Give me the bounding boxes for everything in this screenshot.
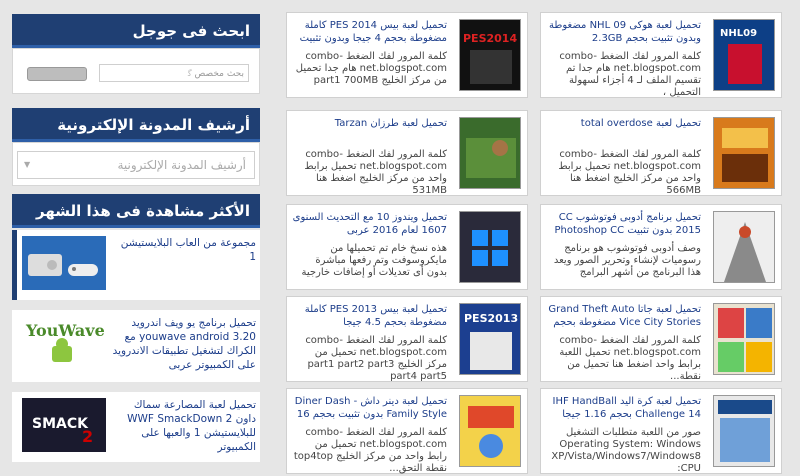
svg-text:NHL09: NHL09 xyxy=(720,28,757,39)
post-card[interactable]: تحميل لعبة جاتا Grand Theft Auto Vice Ci… xyxy=(540,296,782,382)
post-title[interactable]: تحميل ويندوز 10 مع التحديث السنوى 1607 ل… xyxy=(292,211,447,237)
post-title[interactable]: تحميل لعبة هوكى NHL 09 مضغوطة وبدون تثبي… xyxy=(546,19,701,45)
pes2013-cover-icon: PES2013 xyxy=(460,304,520,374)
svg-text:PES2014: PES2014 xyxy=(463,32,517,45)
post-card[interactable]: تحميل لعبة طرزان Tarzan كلمة المرور لفك … xyxy=(286,110,528,196)
post-title[interactable]: تحميل لعبة كرة اليد IHF HandBall Challen… xyxy=(546,395,701,421)
search-widget-heading: ابحث فى جوجل xyxy=(12,14,260,48)
chevron-down-icon: ▼ xyxy=(24,160,31,169)
archive-select-value: أرشيف المدونة الإلكترونية xyxy=(117,158,246,172)
post-thumbnail[interactable] xyxy=(713,303,775,375)
post-card[interactable]: تحميل لعبة total overdose كلمة المرور لف… xyxy=(540,110,782,196)
search-input[interactable]: بحث مخصص ﮔ xyxy=(99,64,249,82)
post-card[interactable]: تحميل برنامج أدوبى فوتوشوب CC 2015 بدون … xyxy=(540,204,782,290)
google-logo-icon: ﮔ xyxy=(187,69,192,78)
archive-widget-heading: أرشيف المدونة الإلكترونية xyxy=(12,108,260,142)
post-card[interactable]: PES2014 تحميل لعبة بيس PES 2014 كاملة مض… xyxy=(286,12,528,98)
svg-text:SMACK: SMACK xyxy=(32,416,89,432)
active-indicator xyxy=(12,230,17,300)
post-thumbnail[interactable]: YouWave xyxy=(22,316,106,370)
post-snippet: وصف أدوبى فوتوشوب هو برنامج رسوميات لإنش… xyxy=(553,243,701,278)
post-thumbnail[interactable] xyxy=(713,117,775,189)
post-snippet: كلمة المرور لفك الضغط combo-net.blogspot… xyxy=(293,427,447,474)
popular-post-title[interactable]: تحميل برنامج يو ويف اندرويد 3.20 youwave… xyxy=(112,316,256,372)
svg-text:2: 2 xyxy=(82,427,93,446)
post-snippet: كلمة المرور لفك الضغط combo-net.blogspot… xyxy=(559,51,701,98)
post-thumbnail[interactable]: PES2013 xyxy=(459,303,521,375)
post-thumbnail[interactable] xyxy=(459,395,521,467)
post-thumbnail[interactable]: PES2014 xyxy=(459,19,521,91)
popular-post-item[interactable]: YouWave تحميل برنامج يو ويف اندرويد 3.20… xyxy=(12,310,260,382)
post-thumbnail[interactable] xyxy=(713,395,775,467)
svg-text:YouWave: YouWave xyxy=(25,321,105,340)
diner-dash-cover-icon xyxy=(460,396,520,466)
post-card[interactable]: PES2013 تحميل لعبة بيس PES 2013 كاملة مض… xyxy=(286,296,528,382)
post-snippet: هذه نسخ خام تم تحميلها من مايكروسوفت وتم… xyxy=(301,243,447,278)
smackdown-cover-icon: SMACK 2 xyxy=(22,398,106,452)
archive-widget: ▼ أرشيف المدونة الإلكترونية xyxy=(12,142,260,186)
post-title[interactable]: تحميل لعبة بيس PES 2013 كاملة مضغوطة بحج… xyxy=(292,303,447,329)
post-card[interactable]: NHL09 تحميل لعبة هوكى NHL 09 مضغوطة وبدو… xyxy=(540,12,782,98)
post-snippet: كلمة المرور لفك الضغط combo-net.blogspot… xyxy=(305,335,447,382)
post-title[interactable]: تحميل لعبة طرزان Tarzan xyxy=(292,117,447,130)
post-thumbnail[interactable] xyxy=(713,211,775,283)
search-button[interactable] xyxy=(27,67,87,81)
post-title[interactable]: تحميل لعبة دينر داش - Diner Dash Family … xyxy=(292,395,447,421)
popular-post-item[interactable]: مجموعة من العاب البلايستيشن 1 xyxy=(12,230,260,300)
total-overdose-cover-icon xyxy=(714,118,774,188)
tarzan-cover-icon xyxy=(460,118,520,188)
sidebar: ابحث فى جوجل بحث مخصص ﮔ أرشيف المدونة ال… xyxy=(0,0,268,476)
post-snippet: كلمة المرور لفك الضغط combo-net.blogspot… xyxy=(559,335,701,382)
post-snippet: كلمة المرور لفك الضغط combo-net.blogspot… xyxy=(295,51,447,86)
youwave-logo-icon: YouWave xyxy=(22,316,106,370)
photoshop-cover-icon xyxy=(714,212,774,282)
archive-select[interactable]: ▼ أرشيف المدونة الإلكترونية xyxy=(17,151,255,179)
post-thumbnail[interactable]: SMACK 2 xyxy=(22,398,106,452)
handball-cover-icon xyxy=(714,396,774,466)
search-widget: بحث مخصص ﮔ xyxy=(12,48,260,94)
post-thumbnail[interactable] xyxy=(459,117,521,189)
svg-text:PES2013: PES2013 xyxy=(464,312,518,325)
nhl09-cover-icon: NHL09 xyxy=(714,20,774,90)
popular-post-title[interactable]: تحميل لعبة المصارعة سماك داون 2 WWF Smac… xyxy=(112,398,256,454)
post-card[interactable]: تحميل لعبة كرة اليد IHF HandBall Challen… xyxy=(540,388,782,474)
windows10-cover-icon xyxy=(460,212,520,282)
gta-cover-icon xyxy=(714,304,774,374)
post-title[interactable]: تحميل لعبة جاتا Grand Theft Auto Vice Ci… xyxy=(546,303,701,329)
popular-widget-heading: الأكثر مشاهدة فى هذا الشهر xyxy=(12,194,260,228)
post-card[interactable]: تحميل لعبة دينر داش - Diner Dash Family … xyxy=(286,388,528,474)
post-snippet: كلمة المرور لفك الضغط combo-net.blogspot… xyxy=(558,149,701,196)
pes2014-cover-icon: PES2014 xyxy=(460,20,520,90)
post-title[interactable]: تحميل برنامج أدوبى فوتوشوب CC 2015 بدون … xyxy=(546,211,701,237)
post-title[interactable]: تحميل لعبة بيس PES 2014 كاملة مضغوطة بحج… xyxy=(292,19,447,45)
post-title[interactable]: تحميل لعبة total overdose xyxy=(546,117,701,130)
search-placeholder: بحث مخصص xyxy=(194,69,244,79)
post-thumbnail[interactable] xyxy=(459,211,521,283)
playstation-console-icon xyxy=(22,236,106,290)
post-snippet: صور من اللعبة متطلبات التشغيل Operating … xyxy=(551,427,701,474)
post-snippet: كلمة المرور لفك الضغط combo-net.blogspot… xyxy=(304,149,447,196)
post-card[interactable]: تحميل ويندوز 10 مع التحديث السنوى 1607 ل… xyxy=(286,204,528,290)
post-thumbnail[interactable]: NHL09 xyxy=(713,19,775,91)
popular-post-title[interactable]: مجموعة من العاب البلايستيشن 1 xyxy=(112,236,256,264)
popular-post-item[interactable]: SMACK 2 تحميل لعبة المصارعة سماك داون 2 … xyxy=(12,392,260,462)
post-thumbnail[interactable] xyxy=(22,236,106,290)
